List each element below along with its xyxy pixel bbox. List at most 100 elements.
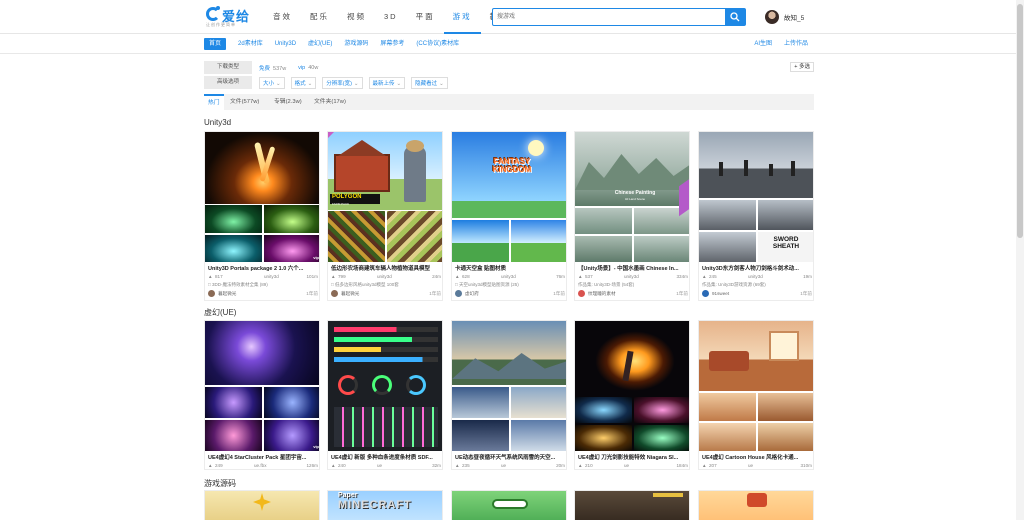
card-thumbnail[interactable]: [452, 321, 566, 451]
views-icon: ▲: [702, 463, 707, 468]
asset-card[interactable]: Paper MINECRAFT: [327, 490, 443, 520]
card-title[interactable]: UE4虚幻 新版 多种血条进度条材质 SDF...: [331, 453, 441, 461]
search-input[interactable]: [493, 9, 727, 25]
asset-card[interactable]: [451, 490, 567, 520]
filter-latest-dropdown[interactable]: 最新上传 ⌄: [368, 76, 406, 89]
nav-item-video[interactable]: 视频: [338, 0, 375, 34]
asset-card[interactable]: UE4虚幻 新版 多种血条进度条材质 SDF... ▲ 240 ue 32m: [327, 320, 443, 470]
tab-folders[interactable]: 文件夹(17w): [314, 94, 346, 110]
search-icon: [730, 12, 740, 22]
filter-size-dropdown[interactable]: 大小 ⌄: [259, 76, 285, 89]
section-title-unity3d[interactable]: Unity3d: [204, 118, 231, 127]
card-author[interactable]: 91sweet 1年前: [702, 290, 812, 298]
subnav-unity3d[interactable]: Unity3D: [275, 38, 296, 50]
filter-vip[interactable]: vip 40w: [298, 65, 318, 71]
subnav-home[interactable]: 首页: [204, 38, 227, 50]
chevron-down-icon: ⌄: [396, 80, 402, 87]
search-button[interactable]: [725, 9, 745, 25]
section-title-game-source[interactable]: 游戏源码: [204, 478, 236, 489]
card-collection[interactable]: □ 3DD-魔法特效素材全集 (89): [208, 282, 318, 288]
card-title[interactable]: Unity3D东方剑客人物刀剑格斗剑术动...: [702, 264, 812, 272]
card-thumbnail[interactable]: vip: [205, 321, 319, 451]
tab-hot[interactable]: 热门: [204, 94, 224, 110]
card-thumbnail[interactable]: [452, 491, 566, 520]
asset-card[interactable]: UE动态昼夜循环天气系统风雨雪的天空... ▲ 235 ue 20m: [451, 320, 567, 470]
card-thumbnail[interactable]: Chinese Painting 3d Land Scene: [575, 132, 689, 262]
author-avatar: [702, 290, 709, 297]
nav-item-graphic[interactable]: 平面: [407, 0, 444, 34]
fantasy-kingdom-label: FANTASY KINGDOM: [492, 157, 532, 174]
user-menu[interactable]: 故知_5: [765, 9, 804, 25]
card-thumbnail[interactable]: POLYGON FARM PACK: [328, 132, 442, 262]
filter-free[interactable]: 免费 537w: [259, 64, 286, 72]
asset-card[interactable]: UE4虚幻 Cartoon House 风格化卡通... ▲ 207 ue 310…: [698, 320, 814, 470]
card-thumbnail[interactable]: [575, 491, 689, 520]
card-author[interactable]: 纹理瞳的素材 1年前: [578, 290, 688, 298]
card-author[interactable]: 暮起微光 1年前: [331, 290, 441, 298]
card-title[interactable]: UE4虚幻 刀光剑影技能特效 Niagara SI...: [578, 453, 688, 461]
chevron-down-icon: ⌄: [276, 80, 281, 87]
filter-hide-seen-dropdown[interactable]: 隐藏看过 ⌄: [411, 76, 448, 89]
card-thumbnail[interactable]: FANTASY KINGDOM: [452, 132, 566, 262]
card-thumbnail[interactable]: Paper MINECRAFT: [328, 491, 442, 520]
site-logo[interactable]: 爱给 让创作更简单: [206, 6, 258, 28]
asset-card[interactable]: vip UE4虚幻4 StarCluster Pack 星团宇宙... ▲ 249…: [204, 320, 320, 470]
asset-card[interactable]: [574, 490, 690, 520]
card-title[interactable]: UE4虚幻 Cartoon House 风格化卡通...: [702, 453, 812, 461]
ai-image-link[interactable]: AI生图: [754, 38, 772, 50]
filter-resolution-dropdown[interactable]: 分辨率(宽) ⌄: [322, 76, 363, 89]
tab-files[interactable]: 文件(577w): [230, 94, 259, 110]
vertical-scrollbar[interactable]: [1016, 0, 1024, 520]
chevron-down-icon: ⌄: [307, 80, 313, 87]
asset-card[interactable]: Chinese Painting 3d Land Scene 【Unity场景】…: [574, 131, 690, 301]
top-header: 爱给 让创作更简单 音效 配乐 视频 3D 平面 游戏 教程 故知_5: [0, 0, 1016, 34]
views-icon: ▲: [455, 274, 460, 279]
card-title[interactable]: UE动态昼夜循环天气系统风雨雪的天空...: [455, 453, 565, 461]
filter-format-dropdown[interactable]: 格式 ⌄: [290, 76, 317, 89]
card-thumbnail[interactable]: SWORD SHEATH: [699, 132, 813, 262]
author-avatar: [455, 290, 462, 297]
subnav-2d[interactable]: 2d素材库: [238, 38, 263, 50]
card-thumbnail[interactable]: [205, 491, 319, 520]
asset-card[interactable]: [698, 490, 814, 520]
asset-card[interactable]: [204, 490, 320, 520]
subnav-cc[interactable]: (CC协议)素材库: [416, 38, 459, 50]
nav-item-sound[interactable]: 音效: [264, 0, 301, 34]
asset-card[interactable]: SWORD SHEATH Unity3D东方剑客人物刀剑格斗剑术动... ▲ 24…: [698, 131, 814, 301]
asset-card[interactable]: vip Unity3D Portals package 2 1.0 六个... …: [204, 131, 320, 301]
username[interactable]: 故知_5: [784, 12, 804, 22]
card-collection[interactable]: □ 低多边形风格unity3d模型 100套: [331, 282, 441, 288]
card-collection[interactable]: 作品集: Unity3D游戏资源 (69套): [702, 282, 812, 288]
avatar[interactable]: [765, 10, 779, 24]
card-thumbnail[interactable]: [328, 321, 442, 451]
card-collection[interactable]: □ 天空unity3d模型贴图资源 (25): [455, 282, 565, 288]
tab-albums[interactable]: 专辑(2.3w): [274, 94, 302, 110]
asset-card[interactable]: POLYGON FARM PACK 低边形农场商建筑车辆人物植物道具模型 ▲ 79…: [327, 131, 443, 301]
card-author[interactable]: 虚幻府 1年前: [455, 290, 565, 298]
multi-select-button[interactable]: + 多选: [790, 62, 814, 72]
card-thumbnail[interactable]: [699, 321, 813, 451]
card-thumbnail[interactable]: [575, 321, 689, 451]
card-title[interactable]: UE4虚幻4 StarCluster Pack 星团宇宙...: [208, 453, 318, 461]
scrollbar-thumb[interactable]: [1017, 4, 1023, 238]
card-title[interactable]: Unity3D Portals package 2 1.0 六个...: [208, 264, 318, 272]
asset-card[interactable]: UE4虚幻 刀光剑影技能特效 Niagara SI... ▲ 210 ue 184…: [574, 320, 690, 470]
nav-item-music[interactable]: 配乐: [301, 0, 338, 34]
chevron-down-icon: ⌄: [353, 80, 359, 87]
nav-item-game[interactable]: 游戏: [443, 0, 481, 34]
subnav-source[interactable]: 游戏源码: [344, 38, 368, 50]
nav-item-3d[interactable]: 3D: [375, 0, 407, 34]
subnav-unreal[interactable]: 虚幻(UE): [308, 38, 332, 50]
card-author[interactable]: 暮起微光 1年前: [208, 290, 318, 298]
card-title[interactable]: 低边形农场商建筑车辆人物植物道具模型: [331, 264, 441, 272]
card-collection[interactable]: 作品集: Unity3D-场景 (54套): [578, 282, 688, 288]
card-thumbnail[interactable]: vip: [205, 132, 319, 262]
card-thumbnail[interactable]: [699, 491, 813, 520]
card-title[interactable]: 【Unity场景】- 中国水墨画 Chinese In...: [578, 264, 688, 272]
subnav-screen-ref[interactable]: 屏幕参考: [380, 38, 404, 50]
asset-card[interactable]: FANTASY KINGDOM 卡通天空盒 贴图材质 ▲ 628 unity3d …: [451, 131, 567, 301]
section-title-unreal[interactable]: 虚幻(UE): [204, 307, 236, 318]
card-title[interactable]: 卡通天空盒 贴图材质: [455, 264, 565, 272]
sub-nav: 首页 2d素材库 Unity3D 虚幻(UE) 游戏源码 屏幕参考 (CC协议)…: [0, 34, 1016, 54]
upload-link[interactable]: 上传作品: [784, 38, 808, 50]
